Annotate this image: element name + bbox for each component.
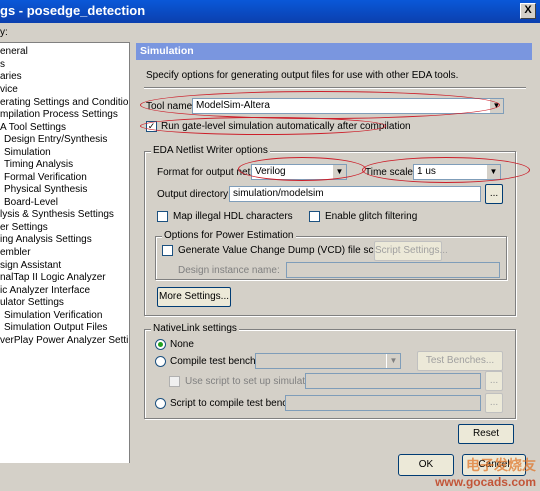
tool-name-select[interactable]: ModelSim-Altera ▼	[192, 98, 504, 114]
script-compile-input[interactable]	[285, 395, 481, 411]
tree-item[interactable]: Simulation Output Files	[4, 322, 107, 334]
tool-name-label: Tool name:	[146, 101, 195, 112]
watermark-logo: 电子发烧友	[466, 457, 536, 473]
window-title: gs - posedge_detection	[0, 3, 146, 18]
compile-test-bench-label: Compile test bench:	[170, 356, 259, 367]
tree-item[interactable]: eneral	[0, 46, 28, 58]
tree-item[interactable]: Board-Level	[4, 197, 58, 209]
browse-use-script-button[interactable]: ...	[485, 371, 503, 391]
category-tree[interactable]: eneral s aries vice erating Settings and…	[0, 42, 130, 463]
chevron-down-icon: ▼	[332, 165, 346, 179]
design-instance-input[interactable]	[286, 262, 500, 278]
compile-test-bench-select[interactable]: ▼	[255, 353, 401, 369]
script-settings-button[interactable]: Script Settings...	[374, 241, 448, 261]
use-script-input[interactable]	[305, 373, 481, 389]
format-select[interactable]: Verilog ▼	[251, 164, 347, 180]
vcd-checkbox[interactable]	[162, 245, 173, 256]
run-gate-level-label: Run gate-level simulation automatically …	[161, 121, 411, 132]
title-bar: gs - posedge_detection X	[0, 0, 540, 23]
category-label: y:	[0, 27, 8, 38]
eda-netlist-group-title: EDA Netlist Writer options	[151, 145, 270, 156]
simulation-panel: Simulation Specify options for generatin…	[136, 43, 532, 447]
reset-button[interactable]: Reset	[458, 424, 514, 444]
design-instance-label: Design instance name:	[178, 265, 280, 276]
tree-item[interactable]: ic Analyzer Interface	[0, 285, 90, 297]
glitch-filtering-label: Enable glitch filtering	[325, 211, 418, 222]
use-script-checkbox[interactable]	[169, 376, 180, 387]
tree-item[interactable]: verPlay Power Analyzer Settings	[0, 335, 129, 347]
tree-item[interactable]: nalTap II Logic Analyzer	[0, 272, 106, 284]
tree-item[interactable]: mpilation Process Settings	[0, 109, 118, 121]
test-benches-button[interactable]: Test Benches...	[417, 351, 503, 371]
tree-item[interactable]: lysis & Synthesis Settings	[0, 209, 114, 221]
output-dir-label: Output directory:	[157, 189, 231, 200]
chevron-down-icon: ▼	[489, 99, 503, 113]
tree-item[interactable]: er Settings	[0, 222, 48, 234]
run-gate-level-checkbox[interactable]: ✓	[146, 121, 157, 132]
tree-item-simulation[interactable]: Simulation	[4, 147, 51, 159]
close-button[interactable]: X	[520, 3, 536, 19]
tree-item[interactable]: aries	[0, 71, 22, 83]
eda-netlist-group: EDA Netlist Writer options Format for ou…	[144, 145, 516, 316]
tree-item[interactable]: Timing Analysis	[4, 159, 73, 171]
tree-item[interactable]: erating Settings and Conditions	[0, 97, 129, 109]
nativelink-group: NativeLink settings None Compile test be…	[144, 323, 516, 419]
compile-test-bench-radio[interactable]	[155, 356, 166, 367]
panel-description: Specify options for generating output fi…	[146, 70, 459, 81]
script-compile-label: Script to compile test bench:	[170, 398, 296, 409]
browse-script-compile-button[interactable]: ...	[485, 393, 503, 413]
panel-header: Simulation	[136, 43, 532, 60]
tree-item[interactable]: ulator Settings	[0, 297, 64, 309]
none-label: None	[170, 339, 194, 350]
tree-item[interactable]: embler	[0, 247, 31, 259]
more-settings-button[interactable]: More Settings...	[157, 287, 231, 307]
use-script-label: Use script to set up simulation:	[185, 376, 322, 387]
none-radio[interactable]	[155, 339, 166, 350]
time-scale-select[interactable]: 1 us ▼	[413, 164, 501, 180]
tree-item[interactable]: A Tool Settings	[0, 122, 66, 134]
vcd-label: Generate Value Change Dump (VCD) file sc…	[178, 245, 388, 256]
glitch-filtering-checkbox[interactable]	[309, 211, 320, 222]
output-dir-input[interactable]: simulation/modelsim	[229, 186, 481, 202]
watermark-url: www.gocads.com	[435, 475, 536, 489]
tree-item[interactable]: ing Analysis Settings	[0, 234, 92, 246]
nativelink-group-title: NativeLink settings	[151, 323, 239, 334]
tree-item[interactable]: s	[0, 59, 5, 71]
time-scale-label: Time scale:	[365, 167, 416, 178]
ok-button[interactable]: OK	[398, 454, 454, 476]
tree-item[interactable]: vice	[0, 84, 18, 96]
chevron-down-icon: ▼	[386, 354, 400, 368]
tree-item[interactable]: Design Entry/Synthesis	[4, 134, 107, 146]
browse-output-dir-button[interactable]: ...	[485, 184, 503, 204]
divider	[144, 87, 526, 89]
chevron-down-icon: ▼	[486, 165, 500, 179]
power-estimation-group: Options for Power Estimation Generate Va…	[155, 230, 507, 280]
tree-item[interactable]: Formal Verification	[4, 172, 87, 184]
format-label: Format for output netlist:	[157, 167, 266, 178]
map-illegal-label: Map illegal HDL characters	[173, 211, 293, 222]
close-icon: X	[524, 4, 532, 16]
tree-item[interactable]: Simulation Verification	[4, 310, 102, 322]
tree-item[interactable]: Physical Synthesis	[4, 184, 87, 196]
script-compile-radio[interactable]	[155, 398, 166, 409]
map-illegal-checkbox[interactable]	[157, 211, 168, 222]
power-estimation-title: Options for Power Estimation	[162, 230, 296, 241]
tree-item[interactable]: sign Assistant	[0, 260, 61, 272]
